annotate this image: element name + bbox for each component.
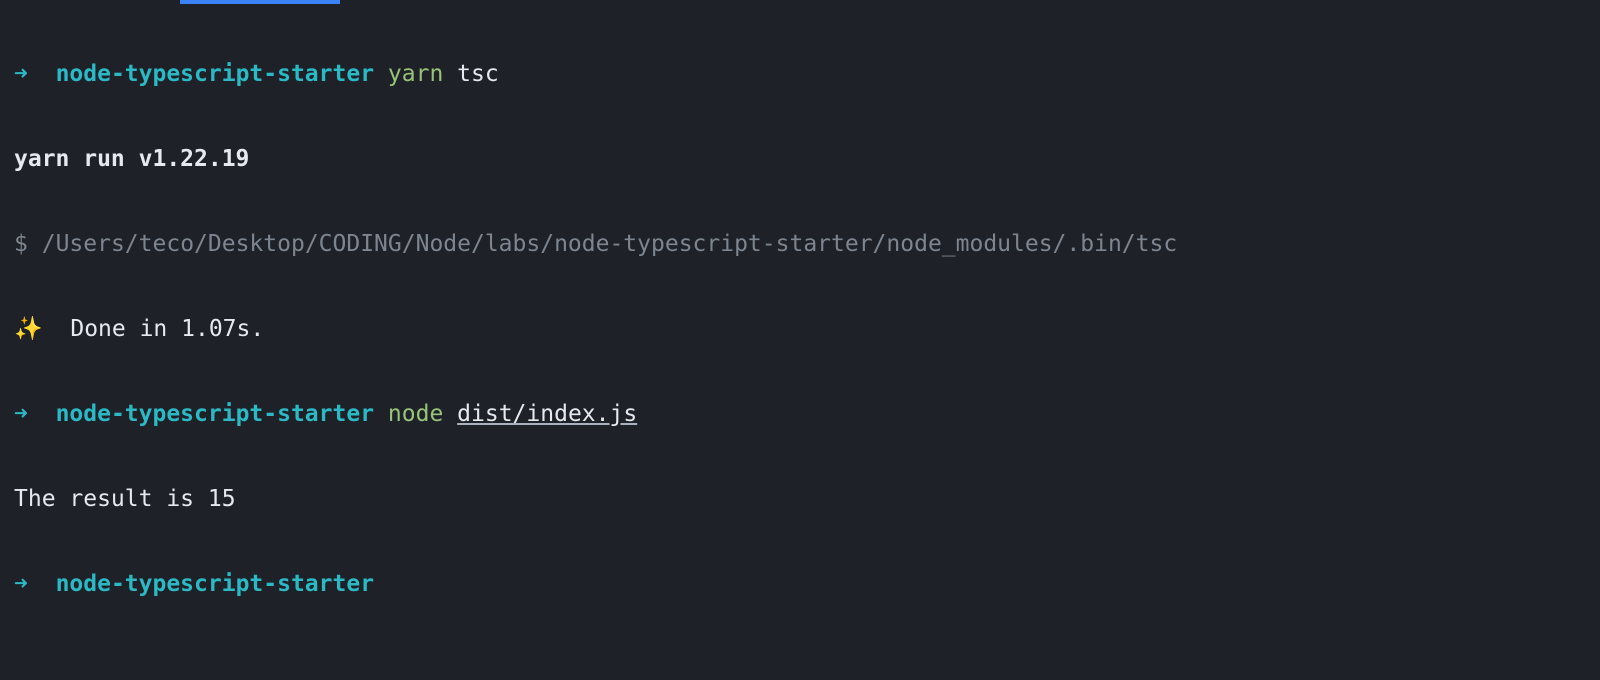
done-text: Done in 1.07s.	[70, 316, 264, 342]
exec-path: /Users/teco/Desktop/CODING/Node/labs/nod…	[42, 231, 1177, 257]
prompt-dir: node-typescript-starter	[56, 571, 375, 597]
arrow-icon: ➜	[14, 61, 28, 87]
command-tsc: tsc	[457, 61, 499, 87]
prompt-dir: node-typescript-starter	[56, 401, 375, 427]
prompt-line-1: ➜ node-typescript-starter yarn tsc	[14, 53, 1586, 96]
command-yarn: yarn	[388, 61, 443, 87]
dollar-sign: $	[14, 231, 28, 257]
result-line: The result is 15	[14, 478, 1586, 521]
prompt-line-3[interactable]: ➜ node-typescript-starter	[14, 563, 1586, 606]
done-line: ✨ Done in 1.07s.	[14, 308, 1586, 351]
active-tab-indicator	[180, 0, 340, 4]
prompt-line-2: ➜ node-typescript-starter node dist/inde…	[14, 393, 1586, 436]
terminal-output[interactable]: ➜ node-typescript-starter yarn tsc yarn …	[0, 0, 1600, 658]
yarn-run-line: yarn run v1.22.19	[14, 138, 1586, 181]
arrow-icon: ➜	[14, 401, 28, 427]
sparkle-icon: ✨	[14, 316, 43, 342]
prompt-dir: node-typescript-starter	[56, 61, 375, 87]
exec-path-line: $ /Users/teco/Desktop/CODING/Node/labs/n…	[14, 223, 1586, 266]
arrow-icon: ➜	[14, 571, 28, 597]
command-node: node	[388, 401, 443, 427]
command-arg: dist/index.js	[457, 401, 637, 427]
